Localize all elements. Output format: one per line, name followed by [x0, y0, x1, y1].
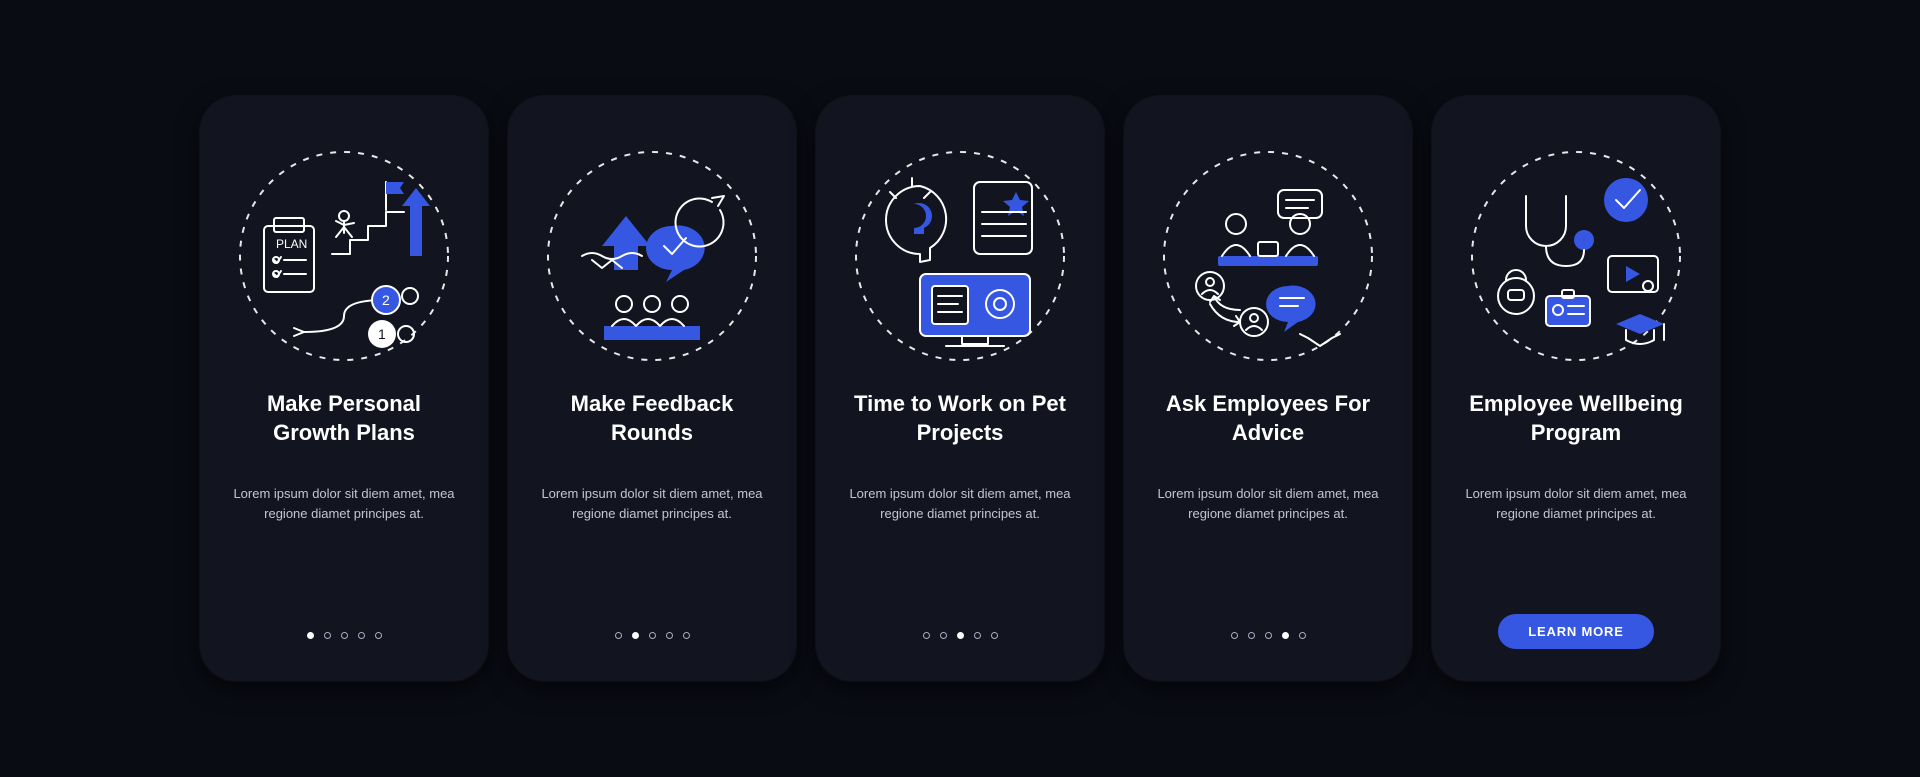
slide-title: Make Feedback Rounds [536, 390, 768, 448]
dot-4[interactable] [974, 632, 981, 639]
slide-title: Ask Employees For Advice [1152, 390, 1384, 448]
onboarding-screen-2: Make Feedback Rounds Lorem ipsum dolor s… [508, 96, 796, 681]
onboarding-screen-5: Employee Wellbeing Program Lorem ipsum d… [1432, 96, 1720, 681]
growth-plan-icon: PLAN 2 1 [234, 146, 454, 366]
slide-body: Lorem ipsum dolor sit diem amet, mea reg… [1460, 484, 1692, 524]
slide-title: Time to Work on Pet Projects [844, 390, 1076, 448]
dot-2[interactable] [940, 632, 947, 639]
pagination-dots [307, 632, 382, 639]
onboarding-screen-4: Ask Employees For Advice Lorem ipsum dol… [1124, 96, 1412, 681]
dot-1[interactable] [1231, 632, 1238, 639]
svg-text:2: 2 [382, 292, 390, 308]
slide-body: Lorem ipsum dolor sit diem amet, mea reg… [536, 484, 768, 524]
pagination-dots [1231, 632, 1306, 639]
dot-1[interactable] [615, 632, 622, 639]
dot-2[interactable] [324, 632, 331, 639]
learn-more-button[interactable]: LEARN MORE [1498, 614, 1653, 649]
slide-body: Lorem ipsum dolor sit diem amet, mea reg… [228, 484, 460, 524]
dot-5[interactable] [375, 632, 382, 639]
svg-text:PLAN: PLAN [276, 237, 307, 251]
pet-projects-icon [850, 146, 1070, 366]
dot-1[interactable] [307, 632, 314, 639]
dot-1[interactable] [923, 632, 930, 639]
dot-4[interactable] [358, 632, 365, 639]
advice-icon [1158, 146, 1378, 366]
dot-4[interactable] [1282, 632, 1289, 639]
slide-title: Employee Wellbeing Program [1460, 390, 1692, 448]
dot-5[interactable] [683, 632, 690, 639]
dot-4[interactable] [666, 632, 673, 639]
dot-3[interactable] [649, 632, 656, 639]
pagination-dots [615, 632, 690, 639]
dot-2[interactable] [1248, 632, 1255, 639]
pagination-dots [923, 632, 998, 639]
slide-title: Make Personal Growth Plans [228, 390, 460, 448]
onboarding-screen-1: PLAN 2 1 [200, 96, 488, 681]
dot-3[interactable] [1265, 632, 1272, 639]
svg-text:1: 1 [378, 326, 386, 342]
dot-3[interactable] [341, 632, 348, 639]
onboarding-screen-3: Time to Work on Pet Projects Lorem ipsum… [816, 96, 1104, 681]
dot-5[interactable] [1299, 632, 1306, 639]
slide-body: Lorem ipsum dolor sit diem amet, mea reg… [1152, 484, 1384, 524]
feedback-icon [542, 146, 762, 366]
dot-5[interactable] [991, 632, 998, 639]
dot-3[interactable] [957, 632, 964, 639]
dot-2[interactable] [632, 632, 639, 639]
slide-body: Lorem ipsum dolor sit diem amet, mea reg… [844, 484, 1076, 524]
onboarding-screens: PLAN 2 1 [200, 96, 1720, 681]
wellbeing-icon [1466, 146, 1686, 366]
